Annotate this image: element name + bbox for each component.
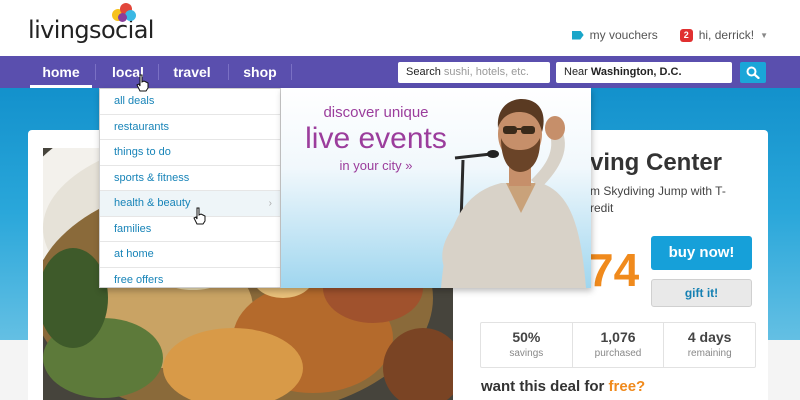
menu-item-things-to-do[interactable]: things to do <box>100 140 280 166</box>
stat-label: savings <box>509 348 544 359</box>
nav-divider <box>158 64 159 80</box>
chevron-right-icon: › <box>268 198 272 209</box>
free-deal-heading: want this deal for free? <box>481 378 645 395</box>
free-deal-prefix: want this deal for <box>481 378 609 395</box>
stat-value: 4 days <box>687 329 732 345</box>
stat-remaining: 4 days remaining <box>664 323 755 367</box>
main-nav: home local travel shop Search sushi, hot… <box>0 56 800 88</box>
deal-stats: 50% savings 1,076 purchased 4 days remai… <box>480 322 756 368</box>
user-greeting: hi, derrick! <box>698 28 755 42</box>
menu-item-all-deals[interactable]: all deals <box>100 89 280 115</box>
local-dropdown-menu: all deals restaurants things to do sport… <box>99 88 281 288</box>
search-placeholder: sushi, hotels, etc. <box>443 66 529 78</box>
my-vouchers-label: my vouchers <box>589 28 658 42</box>
stat-savings: 50% savings <box>481 323 573 367</box>
menu-item-free-offers[interactable]: free offers <box>100 268 280 294</box>
nav-divider <box>95 64 96 80</box>
account-links: my vouchers 2 hi, derrick! ▼ <box>571 28 768 42</box>
nav-divider <box>228 64 229 80</box>
menu-item-at-home[interactable]: at home <box>100 242 280 268</box>
top-header: livingsocial my vouchers 2 hi, derrick! … <box>0 0 800 56</box>
notification-badge: 2 <box>679 28 693 42</box>
live-events-promo[interactable]: discover unique live events in your city… <box>281 88 591 288</box>
stat-value: 50% <box>512 329 541 345</box>
stat-purchased: 1,076 purchased <box>573 323 665 367</box>
search-button[interactable] <box>740 62 766 83</box>
menu-item-sports-fitness[interactable]: sports & fitness <box>100 166 280 191</box>
deal-subtitle-line1: m Skydiving Jump with T- <box>590 184 726 198</box>
free-deal-link[interactable]: free? <box>609 378 646 395</box>
deal-price: 74 <box>588 244 640 296</box>
hand-cursor-icon <box>136 74 149 92</box>
tag-icon <box>571 30 584 40</box>
location-input[interactable]: Near Washington, D.C. <box>556 62 732 83</box>
nav-divider <box>291 64 292 80</box>
search-icon <box>746 66 760 79</box>
search-prefix: Search <box>406 66 441 78</box>
menu-item-families[interactable]: families <box>100 217 280 242</box>
logo-dots-icon <box>112 3 138 23</box>
search-input[interactable]: Search sushi, hotels, etc. <box>398 62 550 83</box>
stat-label: purchased <box>594 348 642 359</box>
stat-value: 1,076 <box>600 329 636 345</box>
deal-title[interactable]: ving Center <box>590 149 722 177</box>
nav-home[interactable]: home <box>30 56 92 88</box>
stat-label: remaining <box>687 348 732 359</box>
singer-photo <box>441 98 586 288</box>
gift-it-button[interactable]: gift it! <box>651 279 752 307</box>
my-vouchers-link[interactable]: my vouchers <box>571 28 658 42</box>
menu-item-restaurants[interactable]: restaurants <box>100 115 280 140</box>
chevron-down-icon: ▼ <box>760 30 768 40</box>
nav-shop[interactable]: shop <box>234 56 286 88</box>
location-prefix: Near <box>564 66 588 78</box>
nav-travel[interactable]: travel <box>164 56 220 88</box>
location-value: Washington, D.C. <box>590 66 682 78</box>
menu-item-health-beauty[interactable]: health & beauty › <box>100 191 280 217</box>
user-menu[interactable]: 2 hi, derrick! ▼ <box>679 28 768 42</box>
menu-item-label: health & beauty <box>114 197 191 209</box>
hand-cursor-icon <box>193 207 206 225</box>
deal-subtitle-line2: redit <box>590 201 614 215</box>
deal-subtitle: m Skydiving Jump with T- redit <box>590 183 760 217</box>
buy-now-button[interactable]: buy now! <box>651 236 752 270</box>
